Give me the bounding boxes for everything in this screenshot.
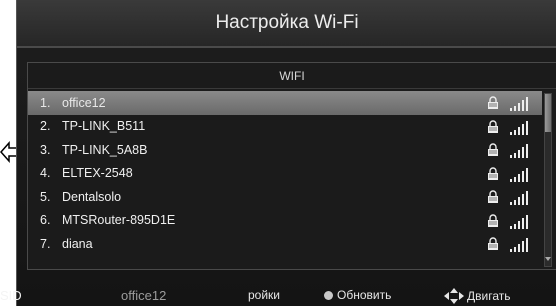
signal-strength-icon [510,97,528,111]
network-row-2[interactable]: 2. TP-LINK_B511 [28,115,542,139]
signal-strength-icon [510,238,528,252]
network-row-3[interactable]: 3. TP-LINK_5A8B [28,138,542,162]
signal-strength-icon [510,214,528,229]
panel-header: WIFI [28,63,556,89]
network-row-5[interactable]: 5. Dentalsolo [28,185,542,209]
network-list: 1. office12 2. TP-LINK_B511 3. TP-LINK_5… [28,91,542,256]
settings-hint[interactable]: ройки [248,288,280,302]
network-number: 5. [40,189,51,204]
refresh-label: Обновить [337,288,392,302]
wifi-network-panel: WIFI 1. office12 2. TP-LINK_B511 3. TP-L… [27,62,556,270]
network-row-6[interactable]: 6. MTSRouter-895D1E [28,209,542,233]
settings-hint-label: ройки [248,288,281,302]
signal-strength-icon [510,120,528,135]
lock-icon [488,237,498,250]
window-title: Настройка Wi-Fi [17,0,556,48]
network-name: ELTEX-2548 [62,166,133,181]
scroll-down-arrow-icon[interactable] [545,257,551,261]
move-label: Двигать [467,289,511,303]
network-name: office12 [62,95,106,110]
move-hint[interactable]: Двигать [444,288,510,304]
scrollbar-thumb[interactable] [545,94,551,132]
signal-strength-icon [510,144,528,158]
navigation-arrows-icon [444,288,464,304]
lock-icon [488,213,498,227]
refresh-hint[interactable]: Обновить [324,288,391,302]
lock-icon [488,190,498,203]
network-row-7[interactable]: 7. diana [28,232,542,256]
network-name: diana [62,236,93,251]
network-row-4[interactable]: 4. ELTEX-2548 [28,162,542,186]
signal-strength-icon [510,167,528,182]
ssid-label: SID [0,288,22,303]
network-name: TP-LINK_B511 [62,119,146,134]
refresh-dot-icon [324,290,333,300]
lock-icon [488,96,498,109]
wifi-settings-screen: Настройка Wi-Fi WIFI 1. office12 2. TP-L… [16,0,556,306]
signal-strength-icon [510,191,528,205]
lock-icon [488,143,498,156]
network-list-scrollbar[interactable] [544,93,552,267]
network-row-1[interactable]: 1. office12 [28,91,542,115]
network-number: 6. [40,213,51,228]
network-number: 7. [40,236,51,251]
network-number: 1. [40,95,51,110]
footer-bar: SID office12 ройки Обновить Двигать [0,284,556,306]
network-number: 4. [40,166,51,181]
network-name: TP-LINK_5A8B [62,142,148,157]
network-name: MTSRouter-895D1E [62,213,176,228]
lock-icon [488,119,498,133]
lock-icon [488,166,498,180]
network-number: 2. [40,119,51,134]
ssid-value: office12 [121,288,167,303]
network-number: 3. [40,142,51,157]
network-name: Dentalsolo [62,189,122,204]
